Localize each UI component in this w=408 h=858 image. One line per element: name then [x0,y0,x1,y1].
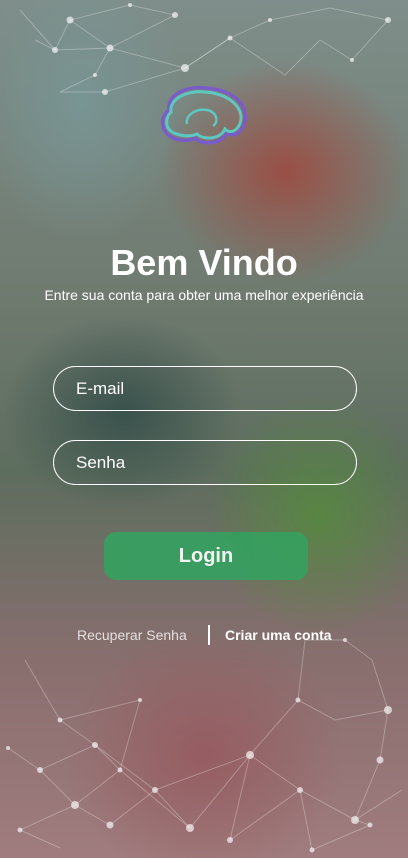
welcome-title: Bem Vindo [110,242,298,283]
account-links: Recuperar Senha Criar uma conta [0,625,408,647]
recover-password-link[interactable]: Recuperar Senha [77,627,187,643]
email-input[interactable] [54,367,356,410]
welcome-subtitle: Entre sua conta para obter uma melhor ex… [44,287,364,303]
login-button[interactable]: Login [104,532,308,580]
email-field[interactable] [53,366,357,411]
create-account-link[interactable]: Criar uma conta [225,627,332,643]
login-screen: Bem Vindo Entre sua conta para obter uma… [0,0,408,858]
password-field[interactable] [53,440,357,485]
link-divider [208,625,210,645]
password-input[interactable] [54,441,356,484]
brain-logo-icon [160,85,247,145]
